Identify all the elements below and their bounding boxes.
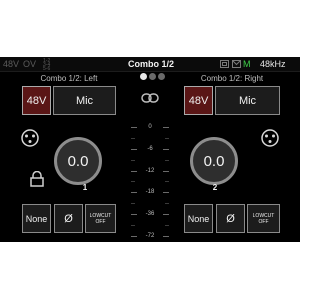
meter-scale-label: -12 bbox=[145, 168, 155, 174]
meter-minor-tick bbox=[131, 160, 135, 161]
lowcut-state: OFF bbox=[95, 218, 106, 225]
meter-scale-label: -36 bbox=[145, 211, 155, 217]
none-label: None bbox=[25, 213, 48, 224]
gain-knob-left[interactable]: 0.0 bbox=[54, 137, 102, 185]
meter-minor-tick bbox=[165, 138, 169, 139]
mail-icon bbox=[232, 60, 241, 68]
channel-number: 2 bbox=[212, 183, 218, 192]
phase-label: Ø bbox=[226, 212, 235, 225]
meter-minor-tick bbox=[165, 181, 169, 182]
phantom-label: 48V bbox=[26, 94, 47, 107]
gain-knob-right[interactable]: 0.0 bbox=[190, 137, 238, 185]
meter-scale-label: -18 bbox=[145, 189, 155, 195]
meter-minor-tick bbox=[131, 181, 135, 182]
status-overload: OV bbox=[23, 59, 37, 69]
gain-value: 0.0 bbox=[203, 152, 225, 170]
input-type-left-button[interactable]: Mic bbox=[53, 86, 116, 115]
phantom-48v-right-button[interactable]: 48V bbox=[184, 86, 213, 115]
input-none-right-button[interactable]: None bbox=[184, 204, 213, 233]
status-title: Combo 1/2 bbox=[128, 59, 175, 69]
gain-value: 0.0 bbox=[67, 152, 89, 170]
status-phantom: 48V bbox=[3, 59, 20, 69]
level-meter: 0 -6 -12 -18 -36 -72 bbox=[131, 99, 169, 242]
meter-minor-tick bbox=[165, 160, 169, 161]
input-type-label: Mic bbox=[75, 94, 94, 107]
page-indicator[interactable] bbox=[137, 73, 167, 82]
none-label: None bbox=[187, 213, 210, 224]
input-none-left-button[interactable]: None bbox=[22, 204, 51, 233]
status-bar: 48V OV 1-2 3-4 5-6 Combo 1/2 M 48kHz bbox=[0, 57, 300, 72]
meter-minor-tick bbox=[165, 225, 169, 226]
status-sample-rate: 48kHz bbox=[260, 59, 286, 69]
xlr-connector-icon bbox=[261, 129, 279, 147]
phase-right-button[interactable]: Ø bbox=[216, 204, 245, 233]
status-mini-label: 5-6 bbox=[43, 66, 51, 72]
meter-scale-label: 0 bbox=[148, 124, 152, 130]
device-screen: 48V OV 1-2 3-4 5-6 Combo 1/2 M 48kHz Com… bbox=[0, 57, 300, 242]
phantom-48v-left-button[interactable]: 48V bbox=[22, 86, 51, 115]
input-type-label: Mic bbox=[238, 94, 257, 107]
xlr-connector-icon bbox=[21, 129, 39, 147]
phase-label: Ø bbox=[64, 212, 73, 225]
lowcut-left-button[interactable]: LOWCUT OFF bbox=[85, 204, 116, 233]
page-dot[interactable] bbox=[139, 73, 147, 80]
channel-left-header: Combo 1/2: Left bbox=[40, 74, 98, 83]
channel-right-header: Combo 1/2: Right bbox=[200, 74, 264, 83]
meter-scale-label: -72 bbox=[145, 233, 155, 239]
meter-minor-tick bbox=[131, 225, 135, 226]
input-type-right-button[interactable]: Mic bbox=[215, 86, 280, 115]
meter-minor-tick bbox=[131, 203, 135, 204]
phantom-label: 48V bbox=[188, 94, 209, 107]
lock-icon[interactable] bbox=[30, 171, 44, 187]
meter-scale-label: -6 bbox=[147, 146, 153, 152]
lowcut-right-button[interactable]: LOWCUT OFF bbox=[247, 204, 280, 233]
screen-icon bbox=[220, 60, 229, 68]
meter-minor-tick bbox=[165, 203, 169, 204]
meter-minor-tick bbox=[131, 138, 135, 139]
channel-number: 1 bbox=[82, 183, 88, 192]
phase-left-button[interactable]: Ø bbox=[54, 204, 83, 233]
page-dot[interactable] bbox=[148, 73, 156, 80]
status-mode: M bbox=[243, 59, 251, 69]
lowcut-state: OFF bbox=[258, 218, 269, 225]
page-dot[interactable] bbox=[157, 73, 165, 80]
